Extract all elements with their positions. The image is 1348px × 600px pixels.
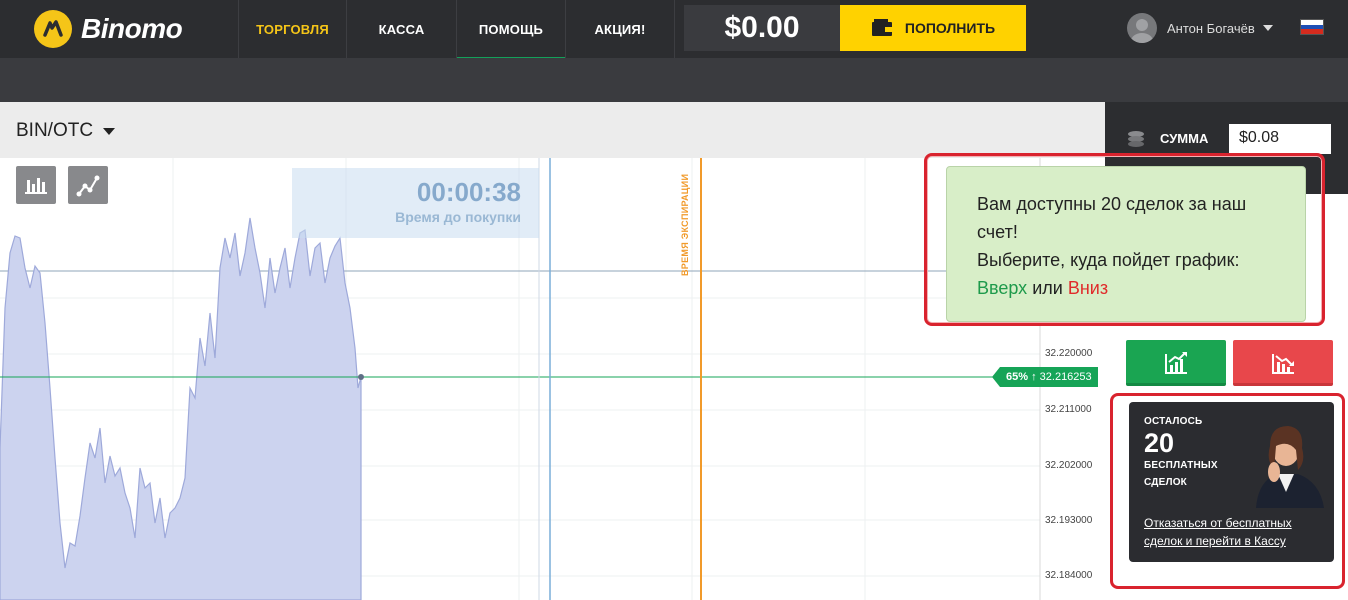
- up-button[interactable]: [1126, 340, 1226, 386]
- chart-type-button[interactable]: [16, 166, 56, 204]
- axis-label: 32.184000: [1045, 570, 1093, 581]
- asset-bar: BIN/OTC: [0, 102, 1105, 158]
- nav-label: АКЦИЯ!: [594, 21, 646, 37]
- nav-item-promo[interactable]: АКЦИЯ!: [565, 0, 675, 58]
- decline-free-deals-link[interactable]: Отказаться от бесплатных сделок и перейт…: [1144, 514, 1324, 550]
- timer-label: Время до покупки: [395, 209, 521, 225]
- indicators-button[interactable]: [68, 166, 108, 204]
- asset-name: BIN/OTC: [16, 120, 94, 141]
- current-price: 32.216253: [1039, 371, 1092, 383]
- chart-up-icon: [1165, 352, 1187, 374]
- purchase-timer: 00:00:38 Время до покупки: [292, 168, 539, 238]
- current-price-tag: 65% ↑ 32.216253: [992, 367, 1098, 387]
- chevron-down-icon: [1262, 25, 1273, 31]
- sub-bar: [0, 58, 1348, 102]
- axis-label: 32.211000: [1045, 404, 1092, 415]
- chart-down-icon: [1272, 354, 1294, 374]
- nav-label: ПОМОЩЬ: [478, 21, 544, 37]
- wallet-icon: [871, 19, 892, 36]
- free-deals-tooltip: Вам доступны 20 сделок за наш счет! Выбе…: [946, 166, 1306, 322]
- user-name: Антон Богачёв: [1167, 20, 1255, 36]
- main-nav: ТОРГОВЛЯ КАССА ПОМОЩЬ АКЦИЯ!: [238, 0, 675, 61]
- coins-icon: [1128, 131, 1144, 147]
- chevron-down-icon: [103, 127, 116, 135]
- down-button[interactable]: [1233, 340, 1333, 386]
- nav-item-help[interactable]: ПОМОЩЬ: [456, 0, 565, 61]
- chart-type-icon: [25, 178, 47, 194]
- arrow-up-icon: ↑: [1031, 371, 1037, 383]
- tooltip-up-word: Вверх: [977, 278, 1028, 298]
- tooltip-down-word: Вниз: [1067, 278, 1109, 298]
- tooltip-line3: Вверх или Вниз: [977, 274, 1275, 302]
- indicators-icon: [76, 175, 100, 197]
- nav-item-trading[interactable]: ТОРГОВЛЯ: [238, 0, 346, 58]
- top-bar: Binomo ТОРГОВЛЯ КАССА ПОМОЩЬ АКЦИЯ! $0.0…: [0, 0, 1348, 61]
- consultant-image: [1256, 426, 1324, 508]
- timer-value: 00:00:38: [416, 177, 521, 207]
- logo[interactable]: Binomo: [34, 10, 183, 48]
- asset-selector[interactable]: BIN/OTC: [16, 120, 116, 142]
- payout-percent: 65%: [1006, 371, 1029, 383]
- free-deals-label-1: БЕСПЛАТНЫХ: [1144, 460, 1218, 471]
- nav-label: КАССА: [378, 21, 425, 37]
- logo-icon: [34, 10, 72, 48]
- user-menu[interactable]: Антон Богачёв: [1127, 13, 1273, 43]
- amount-input[interactable]: $0.08: [1229, 124, 1331, 154]
- nav-item-cashier[interactable]: КАССА: [346, 0, 456, 58]
- nav-label: ТОРГОВЛЯ: [256, 21, 329, 37]
- free-deals-info: ОСТАЛОСЬ 20 БЕСПЛАТНЫХ СДЕЛОК: [1144, 416, 1218, 488]
- axis-label: 32.220000: [1045, 348, 1093, 359]
- remaining-label: ОСТАЛОСЬ: [1144, 416, 1203, 427]
- brand-name: Binomo: [81, 13, 183, 44]
- deposit-label: ПОПОЛНИТЬ: [904, 20, 996, 36]
- free-deals-label-2: СДЕЛОК: [1144, 477, 1187, 488]
- tooltip-line2: Выберите, куда пойдет график:: [977, 250, 1240, 270]
- amount-label: СУММА: [1160, 131, 1209, 146]
- avatar: [1127, 13, 1157, 43]
- axis-label: 32.193000: [1045, 515, 1093, 526]
- axis-label: 32.202000: [1045, 460, 1093, 471]
- tooltip-line1: Вам доступны 20 сделок за наш счет!: [977, 194, 1247, 242]
- balance-display: $0.00: [684, 5, 840, 51]
- russia-flag-icon[interactable]: [1300, 19, 1324, 35]
- free-deals-count: 20: [1144, 428, 1175, 458]
- expiration-label: ВРЕМЯ ЭКСПИРАЦИИ: [680, 173, 690, 276]
- tooltip-or-word: или: [1032, 278, 1063, 298]
- deposit-button[interactable]: ПОПОЛНИТЬ: [840, 5, 1026, 51]
